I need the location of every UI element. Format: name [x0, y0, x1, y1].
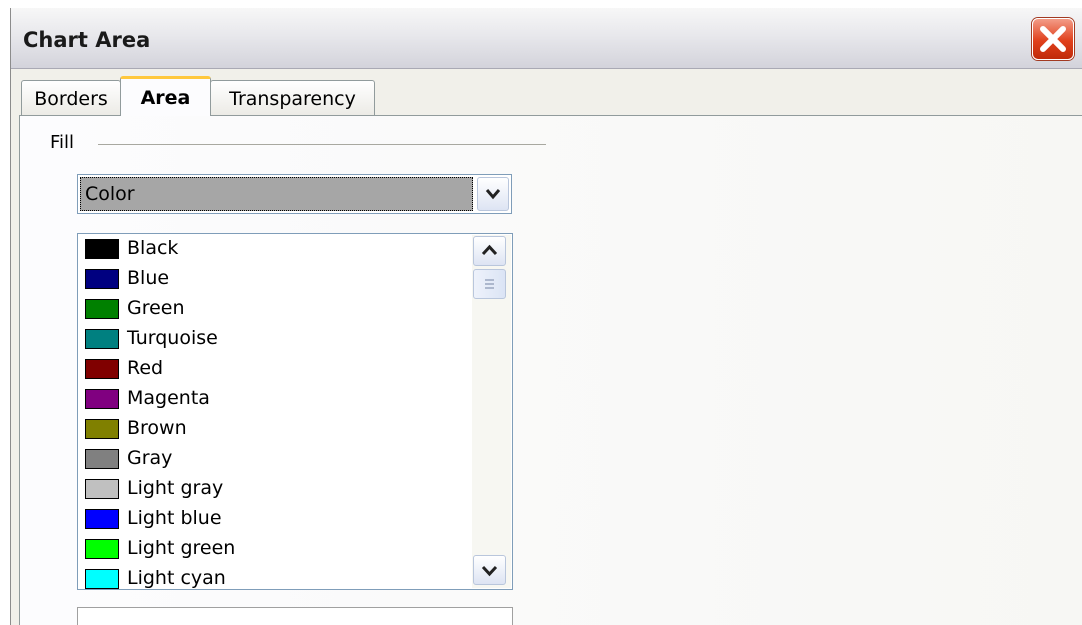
fill-section-divider	[98, 144, 546, 145]
color-list-item[interactable]: Black	[83, 235, 468, 265]
color-list-item[interactable]: Light gray	[83, 475, 468, 505]
color-list-item[interactable]: Gray	[83, 445, 468, 475]
color-name: Green	[127, 297, 185, 319]
color-list-item[interactable]: Red	[83, 355, 468, 385]
tab-area-label: Area	[140, 87, 191, 109]
color-swatch	[85, 419, 119, 439]
color-list-item[interactable]: Brown	[83, 415, 468, 445]
fill-type-selected-value: Color	[80, 177, 473, 211]
chevron-down-icon	[485, 189, 501, 200]
color-name: Light gray	[127, 477, 224, 499]
color-name: Turquoise	[127, 327, 218, 349]
tab-area[interactable]: Area	[120, 76, 211, 116]
color-list-item[interactable]: Green	[83, 295, 468, 325]
grip-icon	[485, 279, 494, 289]
color-list-scrollbar[interactable]	[472, 235, 511, 588]
color-name: Gray	[127, 447, 173, 469]
tab-transparency[interactable]: Transparency	[210, 80, 375, 115]
color-name: Light green	[127, 537, 236, 559]
color-swatch	[85, 359, 119, 379]
color-swatch	[85, 569, 119, 589]
color-list-item[interactable]: Light cyan	[83, 565, 468, 589]
color-name: Red	[127, 357, 164, 379]
color-name: Brown	[127, 417, 187, 439]
scroll-thumb[interactable]	[473, 269, 506, 299]
tab-borders-label: Borders	[34, 88, 108, 110]
chevron-up-icon	[481, 244, 498, 256]
area-tab-panel: Fill Color Black Blue Green Turquoise Re…	[19, 115, 1082, 625]
color-name: Light blue	[127, 507, 222, 529]
color-name: Magenta	[127, 387, 210, 409]
color-swatch	[85, 239, 119, 259]
chevron-down-icon	[481, 565, 498, 577]
chart-area-dialog: Chart Area Borders Area Transparency Fil…	[10, 8, 1082, 625]
fill-type-dropdown[interactable]: Color	[77, 174, 512, 214]
color-list-item[interactable]: Magenta	[83, 385, 468, 415]
color-list-item[interactable]: Turquoise	[83, 325, 468, 355]
color-list-item[interactable]: Blue	[83, 265, 468, 295]
tab-borders[interactable]: Borders	[21, 80, 121, 115]
color-swatch	[85, 479, 119, 499]
color-swatch	[85, 299, 119, 319]
color-swatch	[85, 509, 119, 529]
tab-transparency-label: Transparency	[229, 88, 356, 110]
close-icon	[1040, 26, 1066, 52]
color-swatch	[85, 269, 119, 289]
color-swatch	[85, 329, 119, 349]
dialog-content: Borders Area Transparency Fill Color Bla…	[11, 69, 1082, 625]
color-swatch	[85, 449, 119, 469]
color-swatch	[85, 539, 119, 559]
title-bar[interactable]: Chart Area	[11, 8, 1082, 69]
fill-preview-box	[77, 607, 513, 625]
color-name: Light cyan	[127, 567, 226, 589]
scroll-down-button[interactable]	[473, 555, 506, 585]
color-swatch	[85, 389, 119, 409]
fill-section-label: Fill	[50, 132, 75, 153]
color-list[interactable]: Black Blue Green Turquoise Red Magenta B…	[77, 233, 513, 590]
fill-type-dropdown-button[interactable]	[477, 177, 509, 211]
color-name: Black	[127, 237, 179, 259]
color-list-item[interactable]: Light green	[83, 535, 468, 565]
dialog-title: Chart Area	[23, 28, 151, 52]
color-list-item[interactable]: Light blue	[83, 505, 468, 535]
color-name: Blue	[127, 267, 170, 289]
close-button[interactable]	[1032, 18, 1074, 60]
scroll-up-button[interactable]	[473, 236, 506, 266]
